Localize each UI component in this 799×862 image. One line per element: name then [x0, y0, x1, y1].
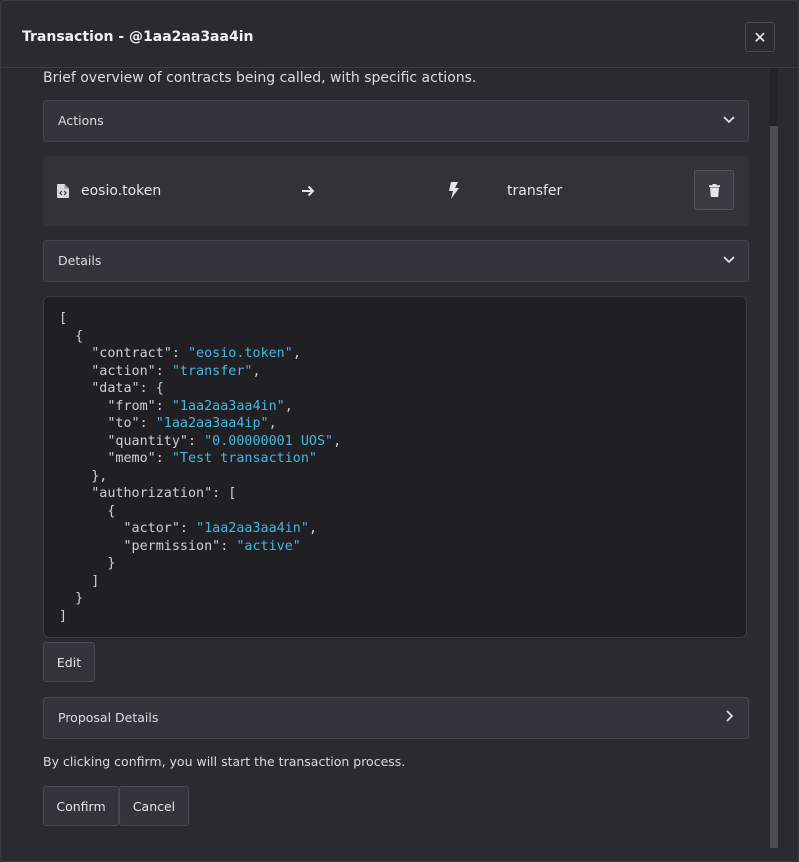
code-line: {	[59, 328, 84, 344]
action-contract: eosio.token	[81, 183, 162, 199]
cancel-button[interactable]: Cancel	[119, 786, 189, 826]
code-line: "from": "1aa2aa3aa4in",	[59, 398, 293, 414]
details-accordion[interactable]: Details	[43, 240, 749, 282]
json-code: [ { "contract": "eosio.token", "action":…	[59, 310, 341, 625]
file-code-icon	[57, 184, 69, 198]
confirm-button-label: Confirm	[56, 798, 106, 814]
chevron-down-icon	[723, 116, 735, 124]
code-line: "permission": "active"	[59, 538, 301, 554]
trash-icon	[708, 183, 720, 197]
close-icon: ✕	[753, 27, 767, 47]
code-line: "action": "transfer",	[59, 363, 261, 379]
code-line: },	[59, 468, 108, 484]
code-line: "quantity": "0.00000001 UOS",	[59, 433, 342, 449]
action-name: transfer	[507, 183, 563, 199]
code-line: "contract": "eosio.token",	[59, 346, 301, 361]
arrow-right-icon	[302, 185, 315, 197]
close-button[interactable]: ✕	[745, 22, 775, 52]
code-line: "memo": "Test transaction"	[59, 451, 317, 466]
proposal-details-label: Proposal Details	[58, 710, 159, 725]
modal-content: Brief overview of contracts being called…	[1, 67, 761, 847]
transaction-modal: Transaction - @1aa2aa3aa4in ✕ Brief over…	[0, 0, 799, 862]
proposal-details-accordion[interactable]: Proposal Details	[43, 697, 749, 739]
bolt-icon	[449, 182, 459, 199]
code-line: [	[59, 311, 68, 326]
code-line: "authorization": [	[59, 486, 237, 501]
edit-button[interactable]: Edit	[43, 642, 95, 682]
delete-action-button[interactable]	[694, 170, 734, 210]
code-line: }	[59, 556, 116, 571]
cancel-button-label: Cancel	[132, 798, 176, 814]
scrollbar-thumb[interactable]	[770, 126, 778, 848]
code-line: "data": {	[59, 381, 164, 396]
modal-title: Transaction - @1aa2aa3aa4in	[22, 29, 254, 45]
actions-accordion-label: Actions	[58, 113, 104, 128]
edit-button-label: Edit	[56, 654, 82, 670]
details-accordion-label: Details	[58, 253, 102, 268]
chevron-right-icon	[726, 710, 734, 722]
code-line: {	[59, 503, 116, 519]
actions-accordion[interactable]: Actions	[43, 100, 749, 142]
code-line: "to": "1aa2aa3aa4ip",	[59, 416, 277, 431]
code-line: ]	[59, 608, 68, 624]
confirm-notice: By clicking confirm, you will start the …	[43, 754, 406, 769]
code-line: ]	[59, 573, 100, 589]
modal-header: Transaction - @1aa2aa3aa4in ✕	[1, 1, 798, 68]
intro-text: Brief overview of contracts being called…	[43, 70, 477, 86]
chevron-down-icon	[723, 256, 735, 264]
code-line: }	[59, 591, 84, 606]
code-line: "actor": "1aa2aa3aa4in",	[59, 521, 317, 536]
action-row: eosio.token transfer	[43, 156, 749, 226]
json-code-block[interactable]: [ { "contract": "eosio.token", "action":…	[43, 296, 747, 638]
confirm-button[interactable]: Confirm	[43, 786, 119, 826]
